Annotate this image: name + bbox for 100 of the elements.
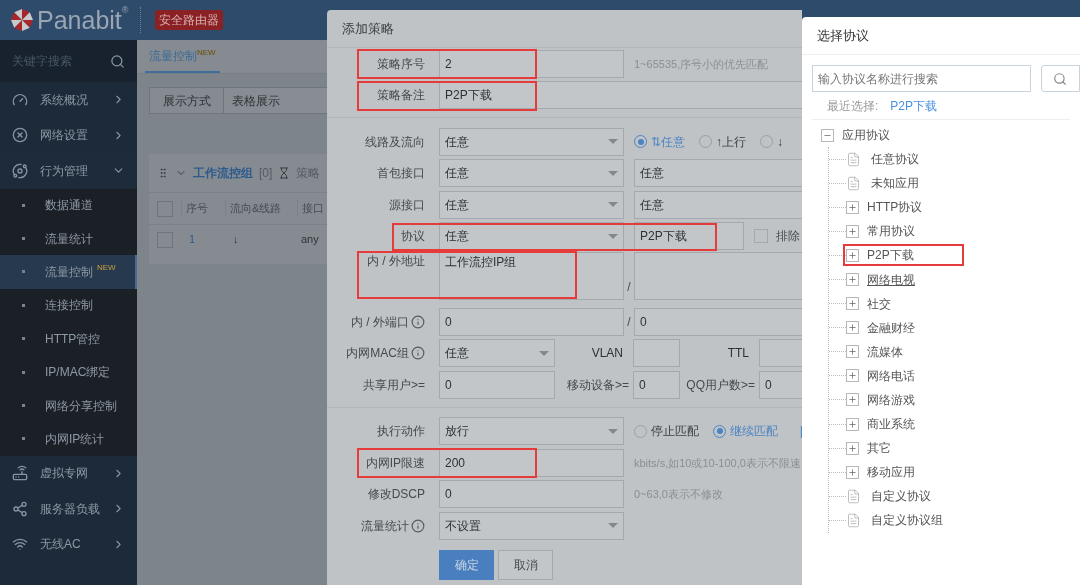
input-field[interactable]: P2P下载 bbox=[439, 81, 802, 110]
group-icon bbox=[12, 162, 28, 179]
tree-label[interactable]: 应用协议 bbox=[842, 126, 890, 144]
table-cell-text: 1 bbox=[188, 232, 197, 248]
sidebar-group[interactable]: 网络设置 bbox=[0, 117, 137, 153]
tree-item[interactable]: 网络游戏 bbox=[846, 389, 915, 411]
tree-label: 任意协议 bbox=[871, 151, 919, 169]
tree-item[interactable]: 网络电话 bbox=[846, 364, 915, 387]
group-label: 服务器负载 bbox=[40, 500, 100, 518]
sidebar-item[interactable]: 流量控制 NEW bbox=[0, 255, 137, 289]
tree-item[interactable]: 移动应用 bbox=[846, 461, 915, 484]
search-button[interactable] bbox=[1040, 65, 1080, 92]
item-label: 流量控制 bbox=[45, 263, 93, 281]
file-icon bbox=[846, 175, 861, 191]
input-field[interactable]: 0 bbox=[634, 307, 802, 336]
sidebar-item[interactable]: HTTP管控 bbox=[0, 322, 137, 356]
input-field[interactable]: 任意 bbox=[634, 190, 802, 219]
registered-mark: ® bbox=[121, 4, 129, 15]
tree-item[interactable]: P2P下载 bbox=[843, 244, 964, 267]
logo-icon bbox=[10, 8, 34, 32]
select-field[interactable]: 任意 bbox=[439, 159, 624, 188]
collapse-icon[interactable] bbox=[821, 128, 834, 142]
sidebar-group[interactable]: 虚拟专网 bbox=[0, 455, 137, 492]
tree-item[interactable]: 金融财经 bbox=[846, 316, 915, 339]
input-field[interactable]: 0 bbox=[439, 307, 624, 336]
sidebar-item[interactable]: 内网IP统计 bbox=[0, 422, 137, 456]
bullet-icon bbox=[22, 404, 25, 408]
text-area[interactable]: 工作流控IP组 bbox=[439, 252, 624, 300]
input-field[interactable]: 0 bbox=[439, 480, 624, 509]
sidebar-item[interactable]: 网络分享控制 bbox=[0, 388, 137, 423]
radio-option[interactable]: ↓ bbox=[760, 132, 783, 151]
input-field[interactable]: 任意 bbox=[634, 159, 802, 188]
item-label: HTTP管控 bbox=[45, 330, 101, 348]
select-field[interactable]: 任意 bbox=[439, 190, 624, 219]
tree-item[interactable]: 流媒体 bbox=[846, 340, 903, 363]
tree-item[interactable]: 常用协议 bbox=[846, 220, 915, 243]
expand-icon[interactable] bbox=[846, 345, 859, 359]
item-label: 数据通道 bbox=[45, 197, 93, 215]
input-field[interactable]: 0 bbox=[439, 370, 555, 399]
radio-option[interactable]: ↑上行 bbox=[699, 132, 746, 151]
search-icon[interactable] bbox=[110, 53, 125, 69]
checkbox[interactable] bbox=[754, 229, 768, 244]
checkbox-label: 排除 bbox=[776, 228, 800, 246]
tree-item[interactable]: 自定义协议组 bbox=[846, 509, 943, 532]
sidebar-group[interactable]: 服务器负载 bbox=[0, 491, 137, 527]
item-label: 网络分享控制 bbox=[45, 397, 117, 415]
input-field[interactable]: 200 bbox=[439, 448, 624, 477]
drag-handle-icon[interactable] bbox=[157, 167, 169, 179]
input-field[interactable]: 0 bbox=[759, 370, 802, 399]
field-label: 内网MAC组 bbox=[346, 345, 409, 363]
panel-title: 选择协议 bbox=[817, 26, 869, 45]
sidebar-group[interactable]: 系统概况 bbox=[0, 82, 137, 118]
input-field[interactable] bbox=[759, 339, 802, 368]
radio-option[interactable]: 停止匹配 bbox=[634, 422, 699, 441]
bullet-icon bbox=[22, 203, 25, 207]
tree-label: 商业系统 bbox=[867, 416, 915, 434]
search-icon bbox=[1053, 71, 1068, 86]
sidebar-item[interactable]: 连接控制 bbox=[0, 288, 137, 323]
input-field[interactable]: 2 bbox=[439, 49, 624, 78]
bullet-icon bbox=[22, 237, 25, 241]
field-label: 内网IP限速 bbox=[365, 454, 425, 472]
group-label: 行为管理 bbox=[40, 162, 89, 180]
sidebar-item[interactable]: IP/MAC绑定 bbox=[0, 355, 137, 389]
sidebar-group[interactable]: 无线AC bbox=[0, 526, 137, 563]
expand-icon[interactable] bbox=[846, 200, 859, 214]
tree-item[interactable]: 自定义协议 bbox=[846, 485, 931, 508]
input-field[interactable]: P2P下载 bbox=[634, 222, 744, 251]
tree-item[interactable]: 未知应用 bbox=[846, 172, 919, 195]
select-field[interactable]: 放行 bbox=[439, 417, 624, 446]
tree-item[interactable]: 任意协议 bbox=[846, 148, 919, 171]
expand-icon[interactable] bbox=[846, 248, 859, 262]
bullet-icon bbox=[22, 337, 25, 341]
tree-item[interactable]: HTTP协议 bbox=[846, 196, 923, 219]
expand-icon[interactable] bbox=[846, 393, 859, 407]
select-field[interactable]: 任意 bbox=[439, 222, 624, 251]
select-field[interactable]: 任意 bbox=[439, 339, 555, 368]
expand-icon[interactable] bbox=[846, 224, 859, 238]
sidebar-item[interactable]: 流量统计 bbox=[0, 221, 137, 256]
tree-item[interactable]: 其它 bbox=[846, 437, 891, 460]
tree-item[interactable]: 商业系统 bbox=[846, 413, 915, 436]
select-field[interactable]: 不设置 bbox=[439, 511, 624, 540]
sidebar-item[interactable]: 数据通道 bbox=[0, 188, 137, 222]
tree-item[interactable]: 社交 bbox=[846, 292, 891, 315]
input-field[interactable]: 0 bbox=[633, 370, 680, 399]
group-icon bbox=[12, 465, 28, 482]
cancel-button[interactable]: 取消 bbox=[498, 549, 553, 580]
group-icon bbox=[12, 127, 28, 144]
expand-icon[interactable] bbox=[846, 465, 859, 479]
select-field[interactable]: 任意 bbox=[439, 127, 624, 156]
item-label: 内网IP统计 bbox=[45, 430, 105, 448]
dropdown-arrow-icon bbox=[608, 233, 618, 239]
expand-icon[interactable] bbox=[846, 417, 859, 431]
tree-item[interactable]: 网络电视 bbox=[846, 268, 915, 291]
expand-icon[interactable] bbox=[846, 321, 859, 335]
expand-icon[interactable] bbox=[846, 297, 859, 311]
input-field[interactable] bbox=[633, 339, 680, 368]
expand-icon[interactable] bbox=[846, 441, 859, 455]
expand-icon[interactable] bbox=[846, 369, 859, 383]
expand-icon[interactable] bbox=[846, 273, 859, 286]
search-field[interactable]: 输入协议名称进行搜索 bbox=[812, 65, 1031, 92]
